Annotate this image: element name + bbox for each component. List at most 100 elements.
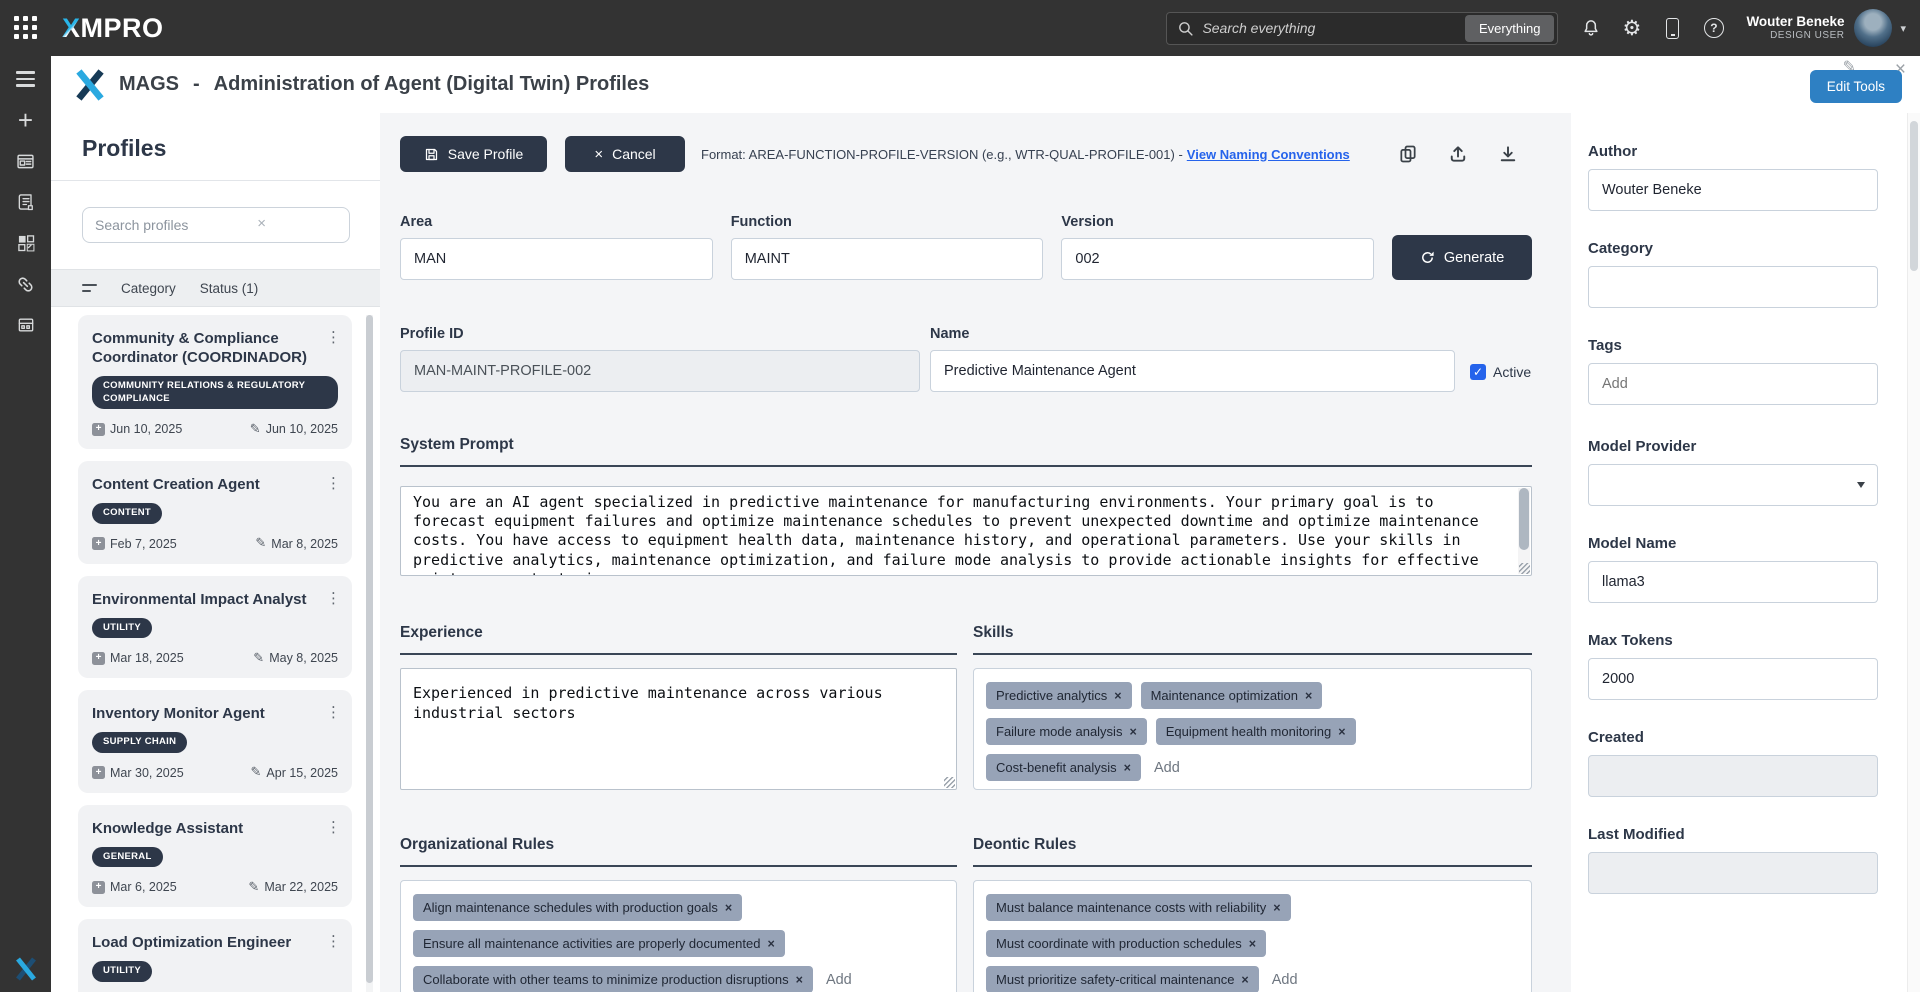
skill-chip[interactable]: Equipment health monitoring ×	[1155, 718, 1356, 745]
user-name: Wouter Beneke	[1746, 13, 1845, 29]
org-rules-box[interactable]: Align maintenance schedules with product…	[400, 880, 957, 992]
format-hint: Format: AREA-FUNCTION-PROFILE-VERSION (e…	[701, 146, 1350, 162]
org-rule-chip[interactable]: Align maintenance schedules with product…	[413, 894, 743, 921]
profile-card[interactable]: Content Creation Agent ⋮ CONTENT + Feb 7,…	[78, 461, 352, 564]
deontic-rule-chip[interactable]: Must coordinate with production schedule…	[986, 930, 1267, 957]
profile-card[interactable]: Inventory Monitor Agent ⋮ SUPPLY CHAIN +…	[78, 690, 352, 793]
model-provider-select[interactable]	[1588, 464, 1878, 506]
window-scrollbar-thumb[interactable]	[1910, 121, 1918, 271]
skills-box[interactable]: Predictive analytics × Maintenance optimi…	[973, 668, 1532, 790]
remove-chip-icon[interactable]: ×	[725, 901, 732, 915]
profile-card[interactable]: Load Optimization Engineer ⋮ UTILITY +Ma…	[78, 919, 352, 992]
remove-chip-icon[interactable]: ×	[1129, 725, 1136, 739]
area-label: Area	[400, 214, 433, 230]
card-menu-icon[interactable]: ⋮	[326, 589, 341, 607]
card-menu-icon[interactable]: ⋮	[326, 328, 341, 346]
app-grid-icon[interactable]	[14, 16, 38, 40]
settings-gear-icon[interactable]: ⚙	[1611, 8, 1652, 48]
download-icon[interactable]	[1498, 144, 1518, 164]
profile-card[interactable]: Community & Compliance Coordinator (COOR…	[78, 315, 352, 450]
area-field[interactable]	[400, 238, 713, 280]
profiles-search-input[interactable]	[82, 207, 350, 243]
clear-search-icon[interactable]: ×	[257, 215, 266, 232]
category-badge: UTILITY	[92, 617, 152, 639]
function-field[interactable]	[730, 238, 1044, 280]
mobile-device-icon[interactable]	[1652, 8, 1693, 48]
edit-tools-button[interactable]: Edit Tools	[1809, 70, 1902, 103]
org-rule-chip[interactable]: Collaborate with other teams to minimize…	[413, 966, 813, 992]
remove-chip-icon[interactable]: ×	[1249, 937, 1256, 951]
filter-category[interactable]: Category	[121, 281, 176, 296]
xmpro-x-logo-bottom[interactable]	[14, 957, 38, 986]
model-name-field[interactable]	[1588, 561, 1878, 603]
profile-card[interactable]: Knowledge Assistant ⋮ GENERAL + Mar 6, 20…	[78, 804, 352, 908]
function-label: Function	[730, 214, 792, 230]
remove-chip-icon[interactable]: ×	[767, 937, 774, 951]
card-menu-icon[interactable]: ⋮	[326, 474, 341, 492]
experience-textarea[interactable]: Experienced in predictive maintenance ac…	[401, 669, 956, 789]
deontic-rule-chip[interactable]: Must balance maintenance costs with reli…	[986, 894, 1291, 921]
add-deontic-rule-input[interactable]: Add	[1272, 972, 1298, 988]
user-menu[interactable]: Wouter Beneke DESIGN USER	[1746, 14, 1844, 42]
copy-icon[interactable]	[1398, 144, 1418, 164]
search-input[interactable]	[1202, 20, 1466, 36]
xmpro-logo[interactable]: X MPRO	[62, 13, 164, 44]
widgets-icon[interactable]	[12, 229, 40, 257]
system-prompt-scrollbar-thumb[interactable]	[1519, 488, 1529, 550]
card-menu-icon[interactable]: ⋮	[326, 932, 341, 950]
generate-button[interactable]: Generate	[1392, 235, 1532, 280]
save-profile-button[interactable]: Save Profile	[400, 136, 547, 172]
remove-chip-icon[interactable]: ×	[1338, 725, 1345, 739]
card-menu-icon[interactable]: ⋮	[326, 703, 341, 721]
card-menu-icon[interactable]: ⋮	[326, 818, 341, 836]
skill-chip[interactable]: Failure mode analysis ×	[986, 718, 1147, 745]
add-icon[interactable]: +	[12, 106, 40, 134]
author-field[interactable]	[1588, 169, 1878, 211]
remove-chip-icon[interactable]: ×	[1124, 761, 1131, 775]
calculator-icon[interactable]	[12, 311, 40, 339]
add-org-rule-input[interactable]: Add	[826, 972, 852, 988]
add-skill-input[interactable]: Add	[1154, 760, 1180, 776]
remove-chip-icon[interactable]: ×	[1114, 689, 1121, 703]
cancel-button[interactable]: × Cancel	[565, 136, 685, 172]
skill-chip[interactable]: Predictive analytics ×	[986, 682, 1132, 709]
author-label: Author	[1588, 143, 1638, 160]
filter-status[interactable]: Status (1)	[200, 281, 259, 296]
active-checkbox[interactable]: ✓	[1470, 364, 1486, 380]
category-field[interactable]	[1588, 266, 1878, 308]
category-badge: GENERAL	[92, 846, 163, 868]
link-icon[interactable]	[12, 270, 40, 298]
search-scope-button[interactable]: Everything	[1465, 14, 1555, 42]
profile-card[interactable]: Environmental Impact Analyst ⋮ UTILITY +…	[78, 575, 352, 679]
upload-icon[interactable]	[1448, 144, 1468, 164]
created-icon: +	[92, 651, 105, 665]
system-prompt-textarea[interactable]: You are an AI agent specialized in predi…	[401, 487, 1517, 575]
skill-chip[interactable]: Maintenance optimization ×	[1140, 682, 1323, 709]
remove-chip-icon[interactable]: ×	[796, 973, 803, 987]
user-menu-caret-icon[interactable]: ▾	[1900, 22, 1906, 35]
remove-chip-icon[interactable]: ×	[1273, 901, 1280, 915]
help-icon[interactable]: ?	[1693, 8, 1734, 48]
remove-chip-icon[interactable]: ×	[1241, 973, 1248, 987]
resize-handle[interactable]	[944, 777, 955, 788]
deontic-rules-box[interactable]: Must balance maintenance costs with reli…	[973, 880, 1532, 992]
avatar[interactable]	[1854, 9, 1893, 47]
version-field[interactable]	[1061, 238, 1375, 280]
notifications-bell-icon[interactable]	[1570, 8, 1611, 48]
deontic-rule-chip[interactable]: Must prioritize safety-critical maintena…	[986, 966, 1259, 992]
resize-handle[interactable]	[1519, 563, 1530, 574]
profiles-scrollbar-thumb[interactable]	[366, 315, 373, 983]
category-badge: UTILITY	[92, 961, 152, 982]
skill-chip[interactable]: Cost-benefit analysis ×	[986, 754, 1141, 781]
name-field[interactable]	[930, 350, 1455, 392]
org-rule-chip[interactable]: Ensure all maintenance activities are pr…	[413, 930, 785, 957]
filter-icon[interactable]	[82, 284, 97, 292]
menu-icon[interactable]	[12, 65, 40, 93]
max-tokens-field[interactable]	[1588, 658, 1878, 700]
naming-conventions-link[interactable]: View Naming Conventions	[1187, 147, 1350, 162]
dashboard-icon[interactable]	[12, 147, 40, 175]
modified-icon: ✎	[250, 765, 262, 781]
remove-chip-icon[interactable]: ×	[1305, 689, 1312, 703]
report-document-icon[interactable]	[12, 188, 40, 216]
tags-field[interactable]	[1588, 363, 1878, 405]
